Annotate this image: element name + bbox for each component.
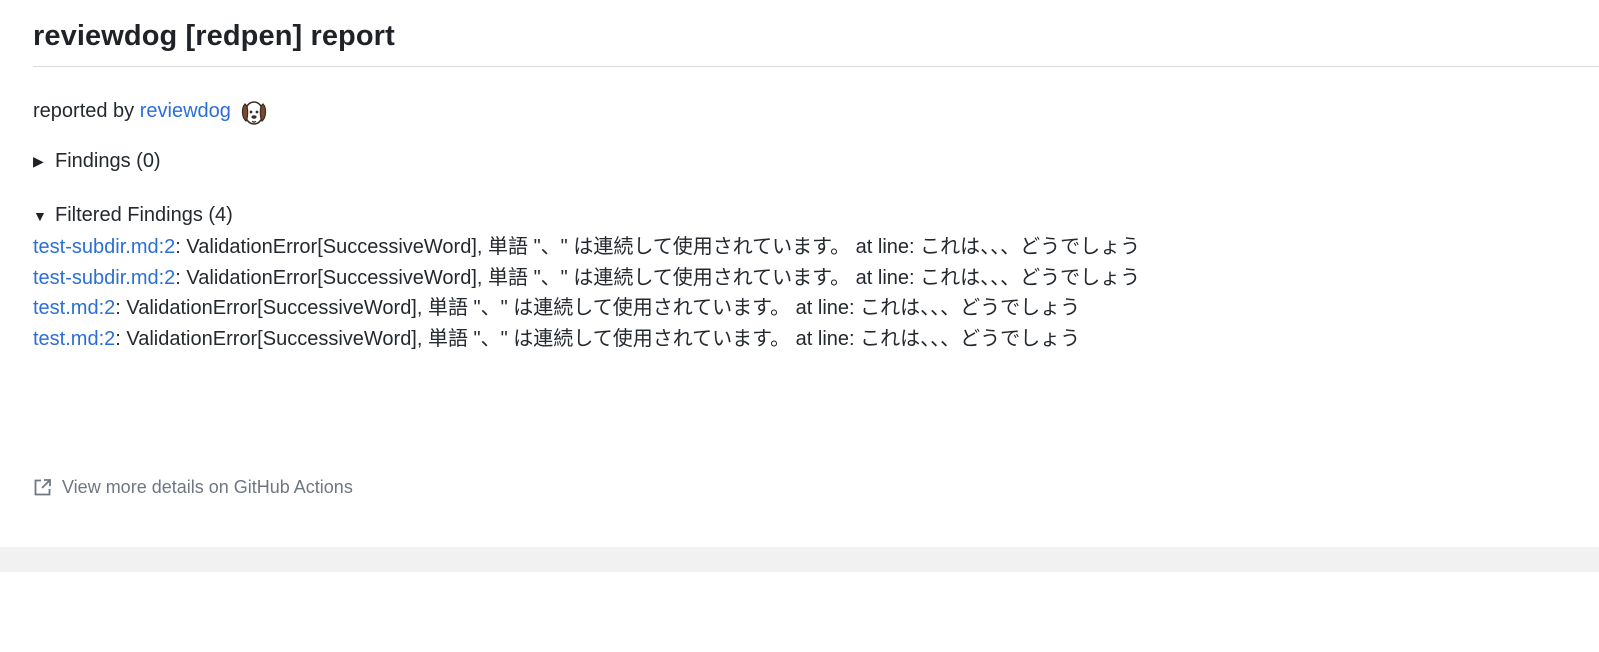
- findings-section[interactable]: ▶ Findings (0): [33, 150, 161, 173]
- reviewdog-link[interactable]: reviewdog: [140, 100, 231, 123]
- findings-label: Findings (0): [55, 150, 161, 172]
- report-card: reviewdog [redpen] report reported by re…: [0, 0, 1599, 547]
- finding-location-link[interactable]: test-subdir.md:2: [33, 236, 175, 258]
- finding-item: test-subdir.md:2: ValidationError[Succes…: [33, 232, 1153, 263]
- view-more-link[interactable]: View more details on GitHub Actions: [33, 477, 353, 498]
- filtered-findings-label: Filtered Findings (4): [55, 204, 233, 226]
- finding-item: test.md:2: ValidationError[SuccessiveWor…: [33, 293, 1153, 324]
- finding-item: test-subdir.md:2: ValidationError[Succes…: [33, 263, 1153, 294]
- reported-by-prefix: reported by: [33, 99, 140, 122]
- caret-right-icon: ▶: [33, 153, 44, 169]
- finding-message: : ValidationError[SuccessiveWord], 単語 "、…: [115, 297, 1081, 319]
- page-title: reviewdog [redpen] report: [33, 20, 395, 52]
- finding-location-link[interactable]: test.md:2: [33, 297, 115, 319]
- dog-face-icon: [239, 98, 269, 128]
- filtered-findings-list: test-subdir.md:2: ValidationError[Succes…: [33, 232, 1153, 354]
- view-more-label: View more details on GitHub Actions: [62, 477, 353, 497]
- filtered-findings-summary[interactable]: ▼ Filtered Findings (4): [33, 204, 233, 227]
- reported-by-line: reported by reviewdog: [33, 96, 269, 126]
- caret-down-icon: ▼: [33, 207, 47, 224]
- finding-message: : ValidationError[SuccessiveWord], 単語 "、…: [115, 327, 1081, 350]
- title-divider: [33, 66, 1599, 67]
- finding-location-link[interactable]: test-subdir.md:2: [33, 267, 175, 289]
- finding-location-link[interactable]: test.md:2: [33, 328, 115, 350]
- findings-summary[interactable]: ▶ Findings (0): [33, 150, 161, 173]
- finding-message: : ValidationError[SuccessiveWord], 単語 "、…: [175, 266, 1141, 289]
- finding-item: test.md:2: ValidationError[SuccessiveWor…: [33, 324, 1153, 355]
- footer-band: [0, 547, 1599, 572]
- external-link-icon: [33, 478, 52, 497]
- finding-message: : ValidationError[SuccessiveWord], 単語 "、…: [175, 236, 1141, 258]
